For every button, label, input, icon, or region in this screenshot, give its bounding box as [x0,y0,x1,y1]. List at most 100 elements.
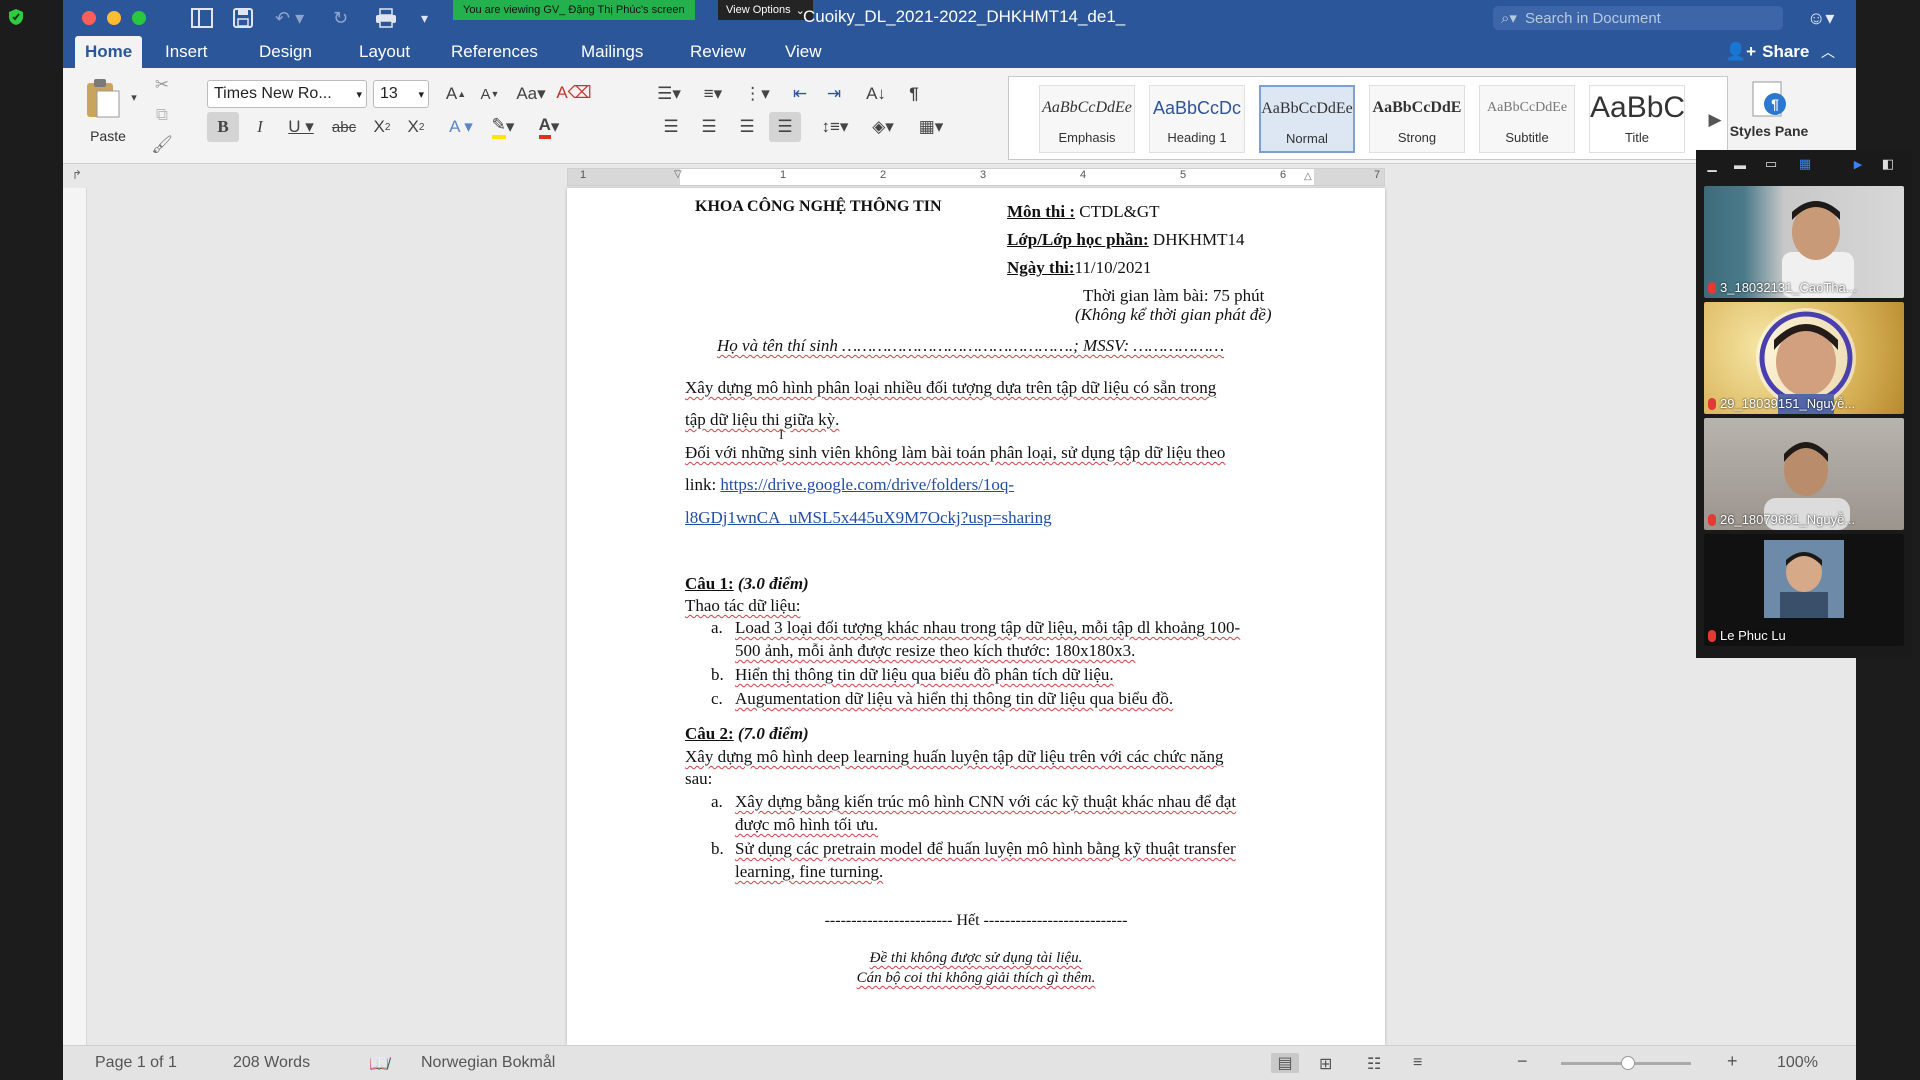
exit-fullscreen-icon[interactable]: ◧ [1878,156,1898,172]
clear-formatting-icon[interactable]: A⌫ [556,78,591,108]
vertical-ruler[interactable] [63,188,87,1045]
tab-mailings[interactable]: Mailings [571,36,653,68]
bullets-icon[interactable]: ☰▾ [649,80,689,108]
document-page[interactable]: KHOA CÔNG NGHỆ THÔNG TIN Môn thi : CTDL&… [567,188,1385,1045]
line-spacing-icon[interactable]: ↕≡▾ [815,112,855,142]
borders-icon[interactable]: ▦▾ [909,112,953,142]
grow-font-icon[interactable]: A ▲ [441,80,471,108]
tab-stop-selector-icon[interactable]: ↱ [69,166,85,184]
intro-line-2: tập dữ liệu thi giữa kỳ. [685,410,840,429]
proofing-icon[interactable]: 📖̸ [369,1054,389,1074]
format-painter-icon[interactable]: 🖌 [149,132,175,158]
feedback-smiley-icon[interactable]: ☺▾ [1807,8,1834,29]
align-left-icon[interactable]: ☰ [655,112,687,142]
paste-icon[interactable] [77,76,127,120]
paste-label: Paste [90,128,126,144]
right-indent-marker-icon[interactable]: △ [1304,171,1312,182]
style-emphasis[interactable]: AaBbCcDdEe Emphasis [1039,85,1135,153]
style-name: Emphasis [1058,130,1116,145]
page-count[interactable]: Page 1 of 1 [95,1054,177,1072]
font-size-select[interactable]: 13 ▾ [373,80,429,108]
zoom-window-button[interactable] [132,11,146,25]
style-strong[interactable]: AaBbCcDdE Strong [1369,85,1465,153]
next-page-icon[interactable]: ▶ [1850,156,1866,172]
participant-tile[interactable]: 29_18039151_Nguyễ... [1704,302,1904,414]
superscript-button[interactable]: X2 [401,112,431,142]
horizontal-ruler[interactable]: 1 1 2 3 4 5 6 7 ▽ △ [567,168,1385,186]
tab-layout[interactable]: Layout [349,36,420,68]
font-color-icon[interactable]: A ▾ [527,112,571,142]
save-icon[interactable] [233,6,253,30]
font-name-select[interactable]: Times New Ro... ▾ [207,80,367,108]
align-center-icon[interactable]: ☰ [693,112,725,142]
add-person-icon: 👤+ [1725,42,1757,61]
collapse-ribbon-icon[interactable]: ︿ [1821,42,1835,62]
style-subtitle[interactable]: AaBbCcDdEe Subtitle [1479,85,1575,153]
numbering-icon[interactable]: ≡▾ [693,80,733,108]
subscript-button[interactable]: X2 [367,112,397,142]
exam-footer-1: Đề thi không được sử dụng tài liệu. [869,950,1083,966]
tab-view[interactable]: View [775,36,832,68]
tab-insert[interactable]: Insert [155,36,218,68]
minimize-panel-icon[interactable]: ▁ [1704,158,1720,172]
left-indent-marker-icon[interactable]: ▽ [674,169,682,180]
copy-icon[interactable]: ⧉ [149,102,175,128]
multilevel-list-icon[interactable]: ⋮▾ [737,80,777,108]
style-sample: AaBbCcDdEe [1042,99,1132,116]
sort-icon[interactable]: A↓ [859,80,893,108]
speaker-view-icon[interactable]: ▬ [1732,158,1748,172]
strikethrough-button[interactable]: abc [327,112,361,142]
customize-toolbar-icon[interactable]: ▾ [421,6,428,30]
share-button[interactable]: 👤+ Share [1725,36,1809,68]
style-title[interactable]: AaBbC Title [1589,85,1685,153]
shrink-font-icon[interactable]: A ▼ [475,80,505,108]
style-sample: AaBbCcDdEe [1486,100,1568,115]
bold-button[interactable]: B [207,112,239,142]
styles-scroll-right-icon[interactable]: ▶ [1705,105,1725,135]
outline-view-icon[interactable]: ☷ [1367,1054,1381,1074]
increase-indent-icon[interactable]: ⇥ [819,80,849,108]
draft-view-icon[interactable]: ≡ [1413,1054,1422,1072]
change-case-icon[interactable]: Aa▾ [511,80,551,108]
show-formatting-marks-icon[interactable]: ¶ [899,80,929,108]
close-window-button[interactable] [82,11,96,25]
italic-button[interactable]: I [245,112,275,142]
align-right-icon[interactable]: ☰ [731,112,763,142]
tab-review[interactable]: Review [680,36,756,68]
web-layout-view-icon[interactable]: ⊞ [1319,1054,1332,1074]
participant-tile[interactable]: 3_18032131_CaoTha... [1704,186,1904,298]
view-options-button[interactable]: View Options ⌄ [718,0,813,20]
paste-options-chevron-icon[interactable]: ▾ [127,90,141,104]
print-layout-view-icon[interactable]: ▤ [1271,1053,1299,1073]
search-in-document-field[interactable]: ⌕▾ Search in Document [1493,6,1783,30]
zoom-slider-thumb[interactable] [1621,1056,1635,1070]
tab-home[interactable]: Home [75,36,143,68]
redo-icon[interactable]: ↻ [333,6,348,30]
sidebar-toggle-icon[interactable] [191,6,213,30]
tab-design[interactable]: Design [249,36,322,68]
underline-button[interactable]: U ▾ [281,112,321,142]
highlight-color-icon[interactable]: ✎ ▾ [483,112,523,142]
tab-references[interactable]: References [441,36,548,68]
minimize-window-button[interactable] [107,11,121,25]
shading-icon[interactable]: ◈▾ [863,112,903,142]
word-count[interactable]: 208 Words [233,1054,310,1072]
style-normal[interactable]: AaBbCcDdEe Normal [1259,85,1355,153]
justify-icon[interactable]: ☰ [769,112,801,142]
participant-tile[interactable]: 26_18079681_Nguyễ... [1704,418,1904,530]
language-label[interactable]: Norwegian Bokmål [421,1054,555,1072]
drive-link-part-1[interactable]: https://drive.google.com/drive/folders/1… [720,475,1014,494]
thumbnail-view-icon[interactable]: ▭ [1762,156,1780,172]
style-heading-1[interactable]: AaBbCcDc Heading 1 [1149,85,1245,153]
zoom-out-icon[interactable]: − [1517,1051,1528,1072]
gallery-view-icon[interactable]: ▦ [1796,156,1814,172]
participant-tile[interactable]: Le Phuc Lu [1704,534,1904,646]
zoom-in-icon[interactable]: + [1727,1051,1738,1072]
cut-icon[interactable]: ✂ [149,72,175,98]
undo-icon[interactable]: ↶ ▾ [275,6,304,30]
zoom-level[interactable]: 100% [1777,1054,1818,1072]
drive-link-part-2[interactable]: l8GDj1wnCA_uMSL5x445uX9M7Ockj?usp=sharin… [685,508,1052,528]
print-icon[interactable] [375,6,397,30]
text-effects-icon[interactable]: A ▾ [441,112,481,142]
decrease-indent-icon[interactable]: ⇤ [785,80,815,108]
